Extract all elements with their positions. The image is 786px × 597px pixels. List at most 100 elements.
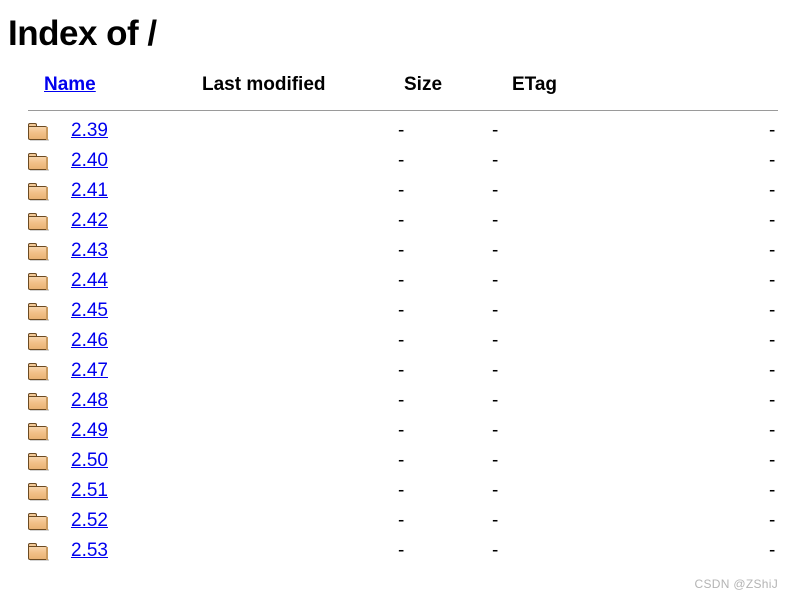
table-row: 2.42 - - - (0, 206, 786, 236)
etag-value: - (769, 420, 776, 441)
etag-value: - (769, 540, 776, 561)
directory-link[interactable]: 2.46 (71, 330, 108, 351)
row-name-cell: 2.51 (44, 476, 202, 506)
column-header-name: Name (44, 74, 202, 105)
folder-icon (28, 513, 49, 531)
row-name-cell: 2.43 (44, 236, 202, 266)
etag-value: - (769, 450, 776, 471)
size-value: - (492, 240, 499, 261)
row-name-cell: 2.44 (44, 266, 202, 296)
row-name-cell: 2.46 (44, 326, 202, 356)
row-icon-cell (0, 386, 49, 416)
row-icon-cell (0, 296, 49, 326)
row-icon-cell (0, 536, 49, 566)
etag-value: - (769, 270, 776, 291)
directory-link[interactable]: 2.47 (71, 360, 108, 381)
row-icon-cell (0, 326, 49, 356)
row-name-cell: 2.42 (44, 206, 202, 236)
table-row: 2.51 - - - (0, 476, 786, 506)
row-last-modified-cell: - (202, 146, 404, 176)
row-icon-cell (0, 266, 49, 296)
directory-link[interactable]: 2.39 (71, 120, 108, 141)
directory-link[interactable]: 2.40 (71, 150, 108, 171)
folder-icon (28, 213, 49, 231)
row-icon-cell (0, 476, 49, 506)
size-value: - (492, 540, 499, 561)
page-title: Index of / (8, 14, 157, 53)
column-header-etag: ETag (512, 74, 558, 95)
size-value: - (492, 210, 499, 231)
directory-link[interactable]: 2.52 (71, 510, 108, 531)
row-last-modified-cell: - (202, 296, 404, 326)
row-name-cell: 2.52 (44, 506, 202, 536)
size-value: - (492, 390, 499, 411)
etag-value: - (769, 360, 776, 381)
column-header-icon (0, 74, 44, 105)
size-value: - (492, 330, 499, 351)
directory-link[interactable]: 2.51 (71, 480, 108, 501)
row-last-modified-cell: - (202, 326, 404, 356)
directory-link[interactable]: 2.53 (71, 540, 108, 561)
etag-value: - (769, 120, 776, 141)
header-separator-row (0, 105, 786, 116)
row-last-modified-cell: - (202, 386, 404, 416)
table-row: 2.44 - - - (0, 266, 786, 296)
size-value: - (492, 360, 499, 381)
size-value: - (492, 450, 499, 471)
row-last-modified-cell: - (202, 266, 404, 296)
column-header-last-modified: Last modified (202, 74, 326, 95)
table-row: 2.52 - - - (0, 506, 786, 536)
size-value: - (492, 120, 499, 141)
folder-icon (28, 363, 49, 381)
etag-value: - (769, 240, 776, 261)
folder-icon (28, 333, 49, 351)
folder-icon (28, 483, 49, 501)
row-last-modified-cell: - (202, 506, 404, 536)
row-last-modified-cell: - (202, 206, 404, 236)
row-icon-cell (0, 506, 49, 536)
size-value: - (492, 180, 499, 201)
folder-icon (28, 273, 49, 291)
row-name-cell: 2.53 (44, 536, 202, 566)
watermark: CSDN @ZShiJ (694, 577, 778, 591)
directory-link[interactable]: 2.48 (71, 390, 108, 411)
etag-value: - (769, 330, 776, 351)
table-row: 2.47 - - - (0, 356, 786, 386)
horizontal-rule (28, 110, 778, 111)
row-name-cell: 2.49 (44, 416, 202, 446)
row-icon-cell (0, 146, 49, 176)
directory-link[interactable]: 2.44 (71, 270, 108, 291)
row-last-modified-cell: - (202, 356, 404, 386)
directory-link[interactable]: 2.49 (71, 420, 108, 441)
table-row: 2.45 - - - (0, 296, 786, 326)
table-row: 2.43 - - - (0, 236, 786, 266)
directory-link[interactable]: 2.43 (71, 240, 108, 261)
size-value: - (492, 300, 499, 321)
table-header: Name Last modified Size ETag (0, 74, 786, 116)
row-icon-cell (0, 236, 49, 266)
size-value: - (492, 420, 499, 441)
table-header-row: Name Last modified Size ETag (0, 74, 786, 105)
row-last-modified-cell: - (202, 536, 404, 566)
directory-link[interactable]: 2.41 (71, 180, 108, 201)
size-value: - (492, 480, 499, 501)
table-row: 2.49 - - - (0, 416, 786, 446)
folder-icon (28, 243, 49, 261)
etag-value: - (769, 480, 776, 501)
row-icon-cell (0, 446, 49, 476)
row-icon-cell (0, 416, 49, 446)
directory-link[interactable]: 2.42 (71, 210, 108, 231)
row-icon-cell (0, 176, 49, 206)
table-row: 2.41 - - - (0, 176, 786, 206)
directory-link[interactable]: 2.50 (71, 450, 108, 471)
row-last-modified-cell: - (202, 236, 404, 266)
directory-link[interactable]: 2.45 (71, 300, 108, 321)
etag-value: - (769, 390, 776, 411)
column-header-size: Size (404, 74, 443, 95)
folder-icon (28, 183, 49, 201)
table-row: 2.53 - - - (0, 536, 786, 566)
folder-icon (28, 153, 49, 171)
row-name-cell: 2.41 (44, 176, 202, 206)
sort-by-name-link[interactable]: Name (44, 74, 96, 95)
folder-icon (28, 423, 49, 441)
